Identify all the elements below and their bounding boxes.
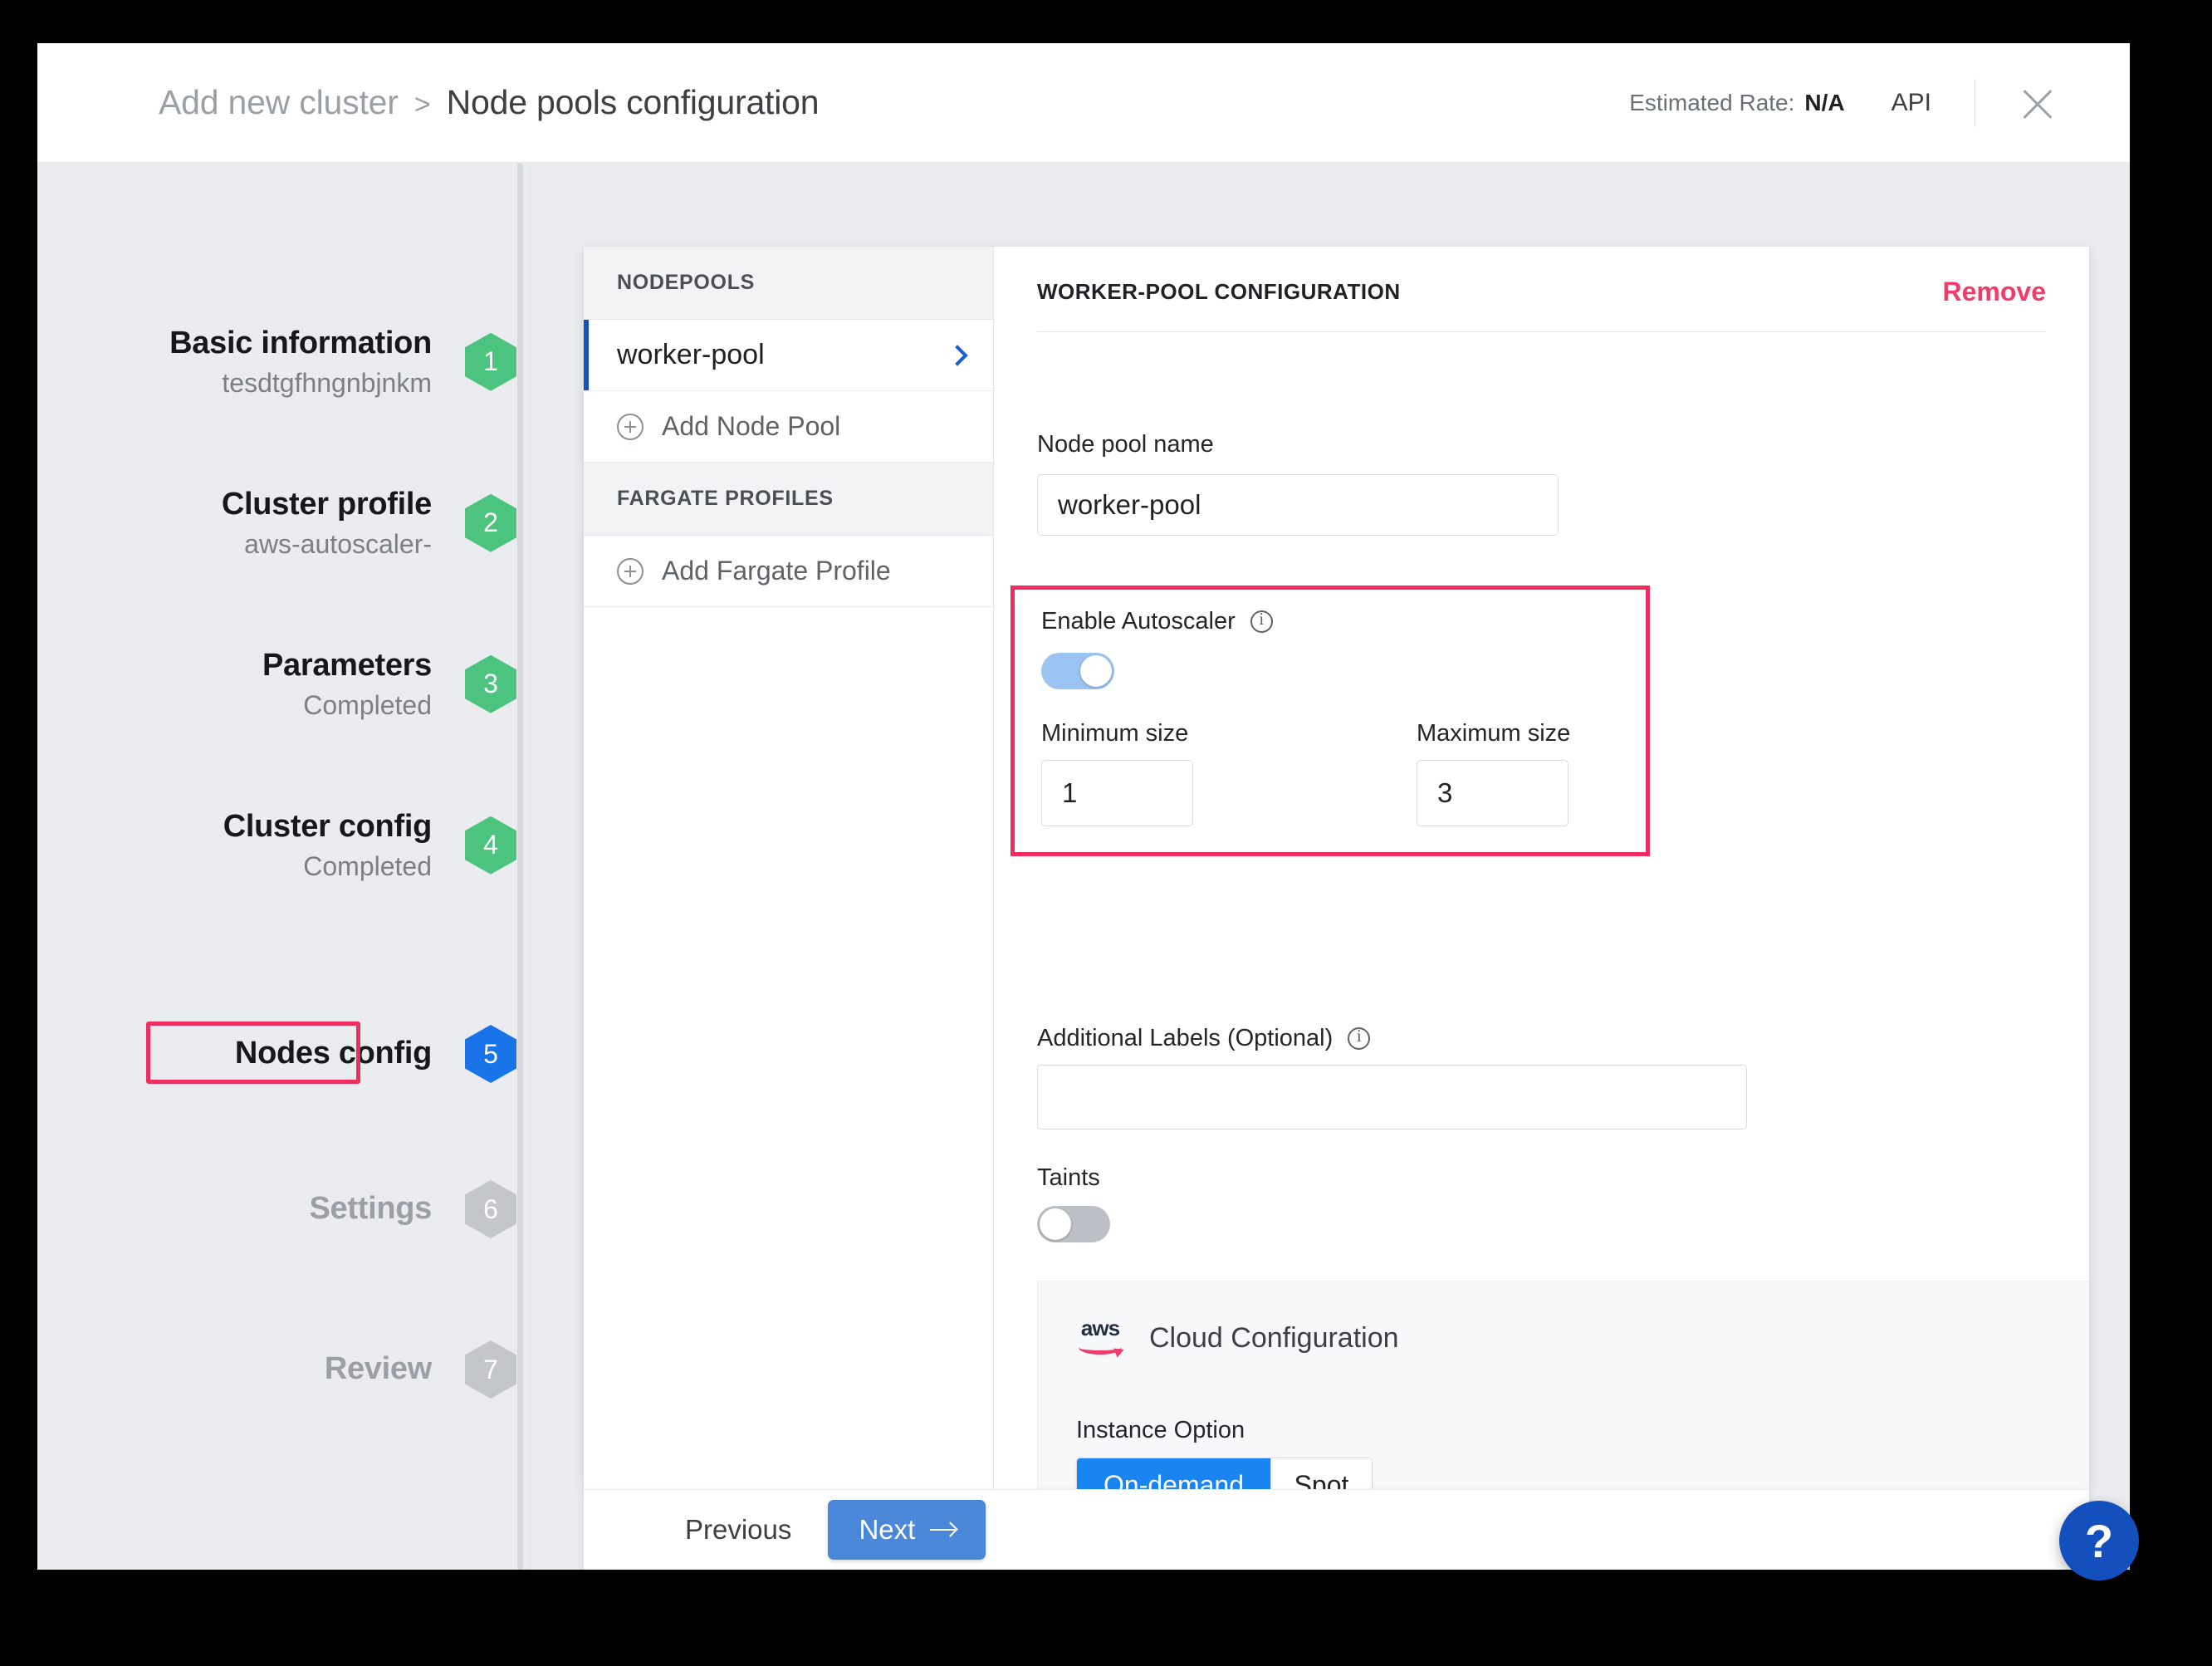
info-icon[interactable] bbox=[1348, 1027, 1370, 1050]
step-number: 7 bbox=[483, 1355, 498, 1385]
step-title: Cluster profile bbox=[222, 487, 432, 523]
toggle-knob bbox=[1080, 655, 1112, 687]
enable-autoscaler-label: Enable Autoscaler bbox=[1041, 608, 1273, 635]
previous-button[interactable]: Previous bbox=[685, 1514, 791, 1546]
step-subtitle: Completed bbox=[262, 690, 432, 721]
aws-logo-icon: aws bbox=[1076, 1319, 1124, 1357]
taints-label: Taints bbox=[1037, 1164, 1100, 1192]
nodepools-section-header: NODEPOOLS bbox=[584, 247, 993, 320]
cloud-configuration-card: aws Cloud Configuration Instance Option … bbox=[1037, 1281, 2089, 1489]
sidebar-item-parameters[interactable]: Parameters Completed 3 bbox=[37, 648, 530, 720]
step-badge-6: 6 bbox=[465, 1180, 516, 1238]
breadcrumb: Add new cluster > Node pools configurati… bbox=[159, 83, 819, 122]
wizard-footer: Previous Next bbox=[584, 1489, 2089, 1570]
sidebar-item-cluster-config[interactable]: Cluster config Completed 4 bbox=[37, 809, 530, 881]
detail-header: WORKER-POOL CONFIGURATION Remove bbox=[994, 247, 2089, 307]
info-icon[interactable] bbox=[1250, 610, 1273, 633]
minimum-size-value: 1 bbox=[1062, 777, 1077, 809]
sidebar-item-settings[interactable]: Settings 6 bbox=[37, 1180, 530, 1238]
cloud-configuration-header: aws Cloud Configuration bbox=[1038, 1281, 2089, 1357]
next-button-label: Next bbox=[859, 1514, 915, 1546]
nodepools-panel: NODEPOOLS worker-pool Add Node Pool FARG… bbox=[584, 247, 994, 1489]
taints-toggle[interactable] bbox=[1037, 1206, 1110, 1242]
detail-panel-title: WORKER-POOL CONFIGURATION bbox=[1037, 279, 1401, 305]
detail-header-divider bbox=[1037, 331, 2046, 332]
additional-labels-input[interactable] bbox=[1037, 1065, 1747, 1129]
modal-body: Basic information tesdtgfhngnbjnkm 1 Clu… bbox=[37, 163, 2130, 1570]
modal-header: Add new cluster > Node pools configurati… bbox=[37, 43, 2130, 163]
step-number: 3 bbox=[483, 669, 498, 699]
instance-option-on-demand[interactable]: On-demand bbox=[1077, 1458, 1270, 1489]
sidebar-item-basic-information[interactable]: Basic information tesdtgfhngnbjnkm 1 bbox=[37, 326, 530, 398]
api-link[interactable]: API bbox=[1891, 89, 1931, 117]
step-subtitle: tesdtgfhngnbjnkm bbox=[169, 368, 432, 399]
add-cluster-modal: Add new cluster > Node pools configurati… bbox=[37, 43, 2130, 1570]
cloud-configuration-title: Cloud Configuration bbox=[1149, 1322, 1399, 1355]
step-badge-1: 1 bbox=[465, 333, 516, 391]
step-number: 6 bbox=[483, 1194, 498, 1225]
next-button[interactable]: Next bbox=[828, 1500, 986, 1560]
maximum-size-label: Maximum size bbox=[1417, 720, 1570, 747]
instance-option-label: Instance Option bbox=[1076, 1417, 1245, 1444]
header-actions: Estimated Rate: N/A API bbox=[1629, 79, 2057, 127]
sidebar-item-cluster-profile[interactable]: Cluster profile aws-autoscaler- 2 bbox=[37, 487, 530, 559]
add-node-pool-label: Add Node Pool bbox=[662, 411, 840, 442]
arrow-right-icon bbox=[930, 1529, 955, 1531]
step-badge-7: 7 bbox=[465, 1340, 516, 1399]
autoscaler-section-highlight: Enable Autoscaler Minimum size Maximum s… bbox=[1011, 586, 1650, 856]
toggle-knob bbox=[1040, 1208, 1071, 1240]
maximum-size-value: 3 bbox=[1437, 777, 1452, 809]
plus-circle-icon bbox=[617, 558, 644, 585]
step-number: 2 bbox=[483, 507, 498, 538]
nodepool-name: worker-pool bbox=[617, 339, 765, 371]
additional-labels-label: Additional Labels (Optional) bbox=[1037, 1025, 1370, 1052]
step-title: Cluster config bbox=[223, 809, 432, 845]
page-title: Node pools configuration bbox=[447, 83, 820, 122]
breadcrumb-separator-icon: > bbox=[414, 89, 431, 121]
step-badge-5: 5 bbox=[465, 1025, 516, 1083]
step-badge-2: 2 bbox=[465, 494, 516, 552]
node-pool-name-input[interactable]: worker-pool bbox=[1037, 474, 1559, 536]
step-subtitle: Completed bbox=[223, 851, 432, 882]
step-title: Parameters bbox=[262, 648, 432, 684]
instance-option-spot[interactable]: Spot bbox=[1270, 1458, 1372, 1489]
wizard-steps-rail: Basic information tesdtgfhngnbjnkm 1 Clu… bbox=[37, 163, 531, 1570]
sidebar-item-nodes-config[interactable]: Nodes config 5 bbox=[37, 1025, 530, 1083]
nodepool-list-item-worker-pool[interactable]: worker-pool bbox=[584, 320, 993, 391]
aws-smile-icon bbox=[1079, 1340, 1122, 1355]
aws-logo-text: aws bbox=[1076, 1317, 1124, 1339]
add-fargate-profile-button[interactable]: Add Fargate Profile bbox=[584, 536, 993, 607]
add-node-pool-button[interactable]: Add Node Pool bbox=[584, 391, 993, 463]
enable-autoscaler-toggle[interactable] bbox=[1041, 653, 1114, 689]
step-number: 1 bbox=[483, 346, 498, 377]
breadcrumb-parent[interactable]: Add new cluster bbox=[159, 83, 399, 122]
help-button[interactable]: ? bbox=[2059, 1501, 2139, 1580]
nodepools-card: NODEPOOLS worker-pool Add Node Pool FARG… bbox=[584, 247, 2089, 1489]
sidebar-item-review[interactable]: Review 7 bbox=[37, 1340, 530, 1399]
step-number: 4 bbox=[483, 830, 498, 860]
maximum-size-input[interactable]: 3 bbox=[1417, 760, 1568, 826]
step-badge-4: 4 bbox=[465, 816, 516, 875]
step-badge-3: 3 bbox=[465, 655, 516, 713]
remove-button[interactable]: Remove bbox=[1943, 277, 2047, 307]
node-pool-name-value: worker-pool bbox=[1058, 489, 1201, 521]
step-title: Review bbox=[325, 1351, 432, 1388]
plus-circle-icon bbox=[617, 414, 644, 440]
node-pool-name-label: Node pool name bbox=[1037, 431, 1214, 458]
instance-option-segmented-control: On-demand Spot bbox=[1076, 1458, 1373, 1489]
step-title: Nodes config bbox=[235, 1036, 432, 1072]
step-subtitle: aws-autoscaler- bbox=[222, 529, 432, 560]
step-number: 5 bbox=[483, 1039, 498, 1070]
step-title: Settings bbox=[309, 1191, 432, 1227]
estimated-rate-value: N/A bbox=[1804, 90, 1844, 116]
close-icon[interactable] bbox=[2019, 84, 2057, 122]
minimum-size-input[interactable]: 1 bbox=[1041, 760, 1193, 826]
worker-pool-configuration-panel: WORKER-POOL CONFIGURATION Remove Node po… bbox=[994, 247, 2089, 1489]
fargate-section-header: FARGATE PROFILES bbox=[584, 463, 993, 536]
chevron-right-icon bbox=[947, 345, 967, 365]
add-fargate-profile-label: Add Fargate Profile bbox=[662, 556, 891, 586]
estimated-rate-label: Estimated Rate: bbox=[1629, 90, 1794, 116]
step-title: Basic information bbox=[169, 326, 432, 362]
minimum-size-label: Minimum size bbox=[1041, 720, 1188, 747]
